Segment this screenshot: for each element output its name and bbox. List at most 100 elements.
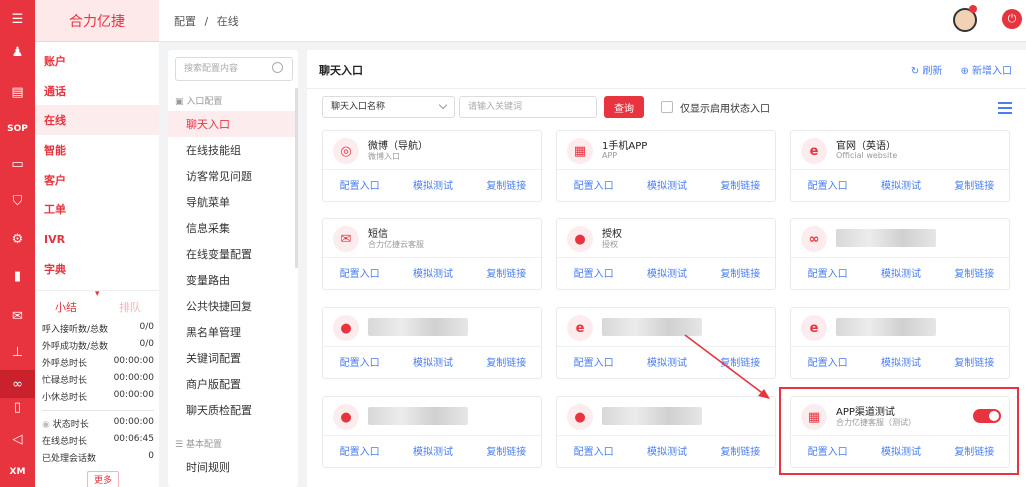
config-entry-link[interactable]: 配置入口 (323, 436, 396, 467)
user-icon[interactable]: ♟ (0, 38, 35, 66)
add-entry-button[interactable]: ⊕ 新增入口 (960, 62, 1012, 77)
cfg-item-blacklist[interactable]: 黑名单管理 (168, 319, 296, 345)
book-icon[interactable]: ▯ (0, 393, 35, 421)
cfg-item-keywords[interactable]: 关键词配置 (168, 345, 296, 371)
xm-icon[interactable]: XM (0, 458, 35, 486)
clipboard-icon[interactable]: ▤ (0, 78, 35, 106)
simulate-test-link[interactable]: 模拟测试 (396, 258, 469, 289)
cfg-item-variable-config[interactable]: 在线变量配置 (168, 241, 296, 267)
group-basic-config[interactable]: ☰ 基本配置 (175, 437, 222, 450)
org-icon[interactable]: ⊥ (0, 338, 35, 366)
cfg-item-chat-entry[interactable]: 聊天入口 (168, 111, 296, 137)
list-view-icon[interactable] (998, 102, 1012, 117)
simulate-test-link[interactable]: 模拟测试 (396, 347, 469, 378)
redacted-name (368, 407, 468, 425)
config-entry-link[interactable]: 配置入口 (323, 258, 396, 289)
nav-item-ivr[interactable]: IVR (35, 224, 159, 254)
entry-card: e 官网（英语） Official website 配置入口 模拟测试 复制链接 (790, 130, 1010, 202)
nav-item-ticket[interactable]: 工单 (35, 194, 159, 224)
stats-row: 外呼总时长 00:00:00 (42, 356, 154, 369)
bar-chart-icon[interactable]: ▮ (0, 262, 35, 290)
copy-link-link[interactable]: 复制链接 (470, 258, 541, 289)
cfg-item-time-rules[interactable]: 时间规则 (168, 454, 296, 480)
breadcrumb-current: 在线 (216, 15, 239, 28)
nav-item-smart[interactable]: 智能 (35, 135, 159, 165)
config-entry-link[interactable]: 配置入口 (791, 347, 864, 378)
sop-icon[interactable]: SOP (0, 115, 35, 143)
power-icon[interactable]: ⏻ (1002, 9, 1022, 29)
entry-card: ✉ 短信 合力亿捷云客服 配置入口 模拟测试 复制链接 (322, 218, 542, 290)
robot-icon[interactable]: ⚙ (0, 225, 35, 253)
tab-queue[interactable]: 排队 (119, 299, 141, 315)
nav-item-call[interactable]: 通话 (35, 76, 159, 106)
simulate-test-link[interactable]: 模拟测试 (396, 170, 469, 201)
config-entry-link[interactable]: 配置入口 (791, 170, 864, 201)
cfg-item-merchant[interactable]: 商户版配置 (168, 371, 296, 397)
card-name: 短信 (368, 229, 388, 240)
config-entry-link[interactable]: 配置入口 (323, 170, 396, 201)
search-icon[interactable] (272, 62, 283, 73)
chat-icon[interactable]: ✉ (0, 302, 35, 330)
simulate-test-link[interactable]: 模拟测试 (864, 258, 937, 289)
copy-link-link[interactable]: 复制链接 (704, 258, 775, 289)
card-sub: 授权 (602, 240, 618, 249)
simulate-test-link[interactable]: 模拟测试 (630, 436, 703, 467)
copy-link-link[interactable]: 复制链接 (938, 347, 1009, 378)
refresh-button[interactable]: ↻ 刷新 (911, 62, 943, 77)
list-icon: ☰ (175, 440, 186, 450)
simulate-test-link[interactable]: 模拟测试 (396, 436, 469, 467)
monitor-icon[interactable]: ▭ (0, 150, 35, 178)
more-button[interactable]: 更多 (87, 471, 120, 487)
copy-link-link[interactable]: 复制链接 (938, 258, 1009, 289)
nav-item-online[interactable]: 在线 (35, 105, 159, 135)
keyword-input[interactable]: 请输入关键词 (459, 96, 597, 118)
cfg-item-faq[interactable]: 访客常见问题 (168, 163, 296, 189)
breadcrumb-parent[interactable]: 配置 (174, 15, 196, 28)
page-title: 聊天入口 (319, 64, 363, 77)
copy-link-link[interactable]: 复制链接 (470, 347, 541, 378)
stats-row: 呼入接听数/总数 0/0 (42, 322, 154, 335)
simulate-test-link[interactable]: 模拟测试 (630, 170, 703, 201)
config-entry-link[interactable]: 配置入口 (557, 170, 630, 201)
cfg-item-nav-menu[interactable]: 导航菜单 (168, 189, 296, 215)
simulate-test-link[interactable]: 模拟测试 (630, 347, 703, 378)
cfg-item-skill-group[interactable]: 在线技能组 (168, 137, 296, 163)
simulate-test-link[interactable]: 模拟测试 (864, 347, 937, 378)
cfg-item-quick-reply[interactable]: 公共快捷回复 (168, 293, 296, 319)
nav-item-customer[interactable]: 客户 (35, 165, 159, 195)
cfg-item-info-collect[interactable]: 信息采集 (168, 215, 296, 241)
tab-summary[interactable]: 小结 (55, 299, 77, 315)
config-entry-link[interactable]: 配置入口 (323, 347, 396, 378)
config-entry-link[interactable]: 配置入口 (791, 258, 864, 289)
menu-icon[interactable]: ☰ (0, 5, 35, 33)
shield-icon[interactable]: ⛉ (0, 187, 35, 215)
card-sub: 微博入口 (368, 152, 400, 161)
scrollbar[interactable] (295, 88, 298, 268)
copy-link-link[interactable]: 复制链接 (704, 170, 775, 201)
simulate-test-link[interactable]: 模拟测试 (864, 170, 937, 201)
group-entry-config[interactable]: ▣ 入口配置 (175, 94, 222, 107)
chevron-down-icon[interactable]: ▾ (95, 289, 100, 299)
nav-item-account[interactable]: 账户 (35, 46, 159, 76)
copy-link-link[interactable]: 复制链接 (470, 436, 541, 467)
copy-link-link[interactable]: 复制链接 (938, 170, 1009, 201)
copy-link-link[interactable]: 复制链接 (470, 170, 541, 201)
nav-item-dictionary[interactable]: 字典 (35, 254, 159, 284)
simulate-test-link[interactable]: 模拟测试 (630, 258, 703, 289)
copy-link-link[interactable]: 复制链接 (704, 347, 775, 378)
field-select[interactable]: 聊天入口名称 (322, 96, 455, 118)
copy-link-link[interactable]: 复制链接 (704, 436, 775, 467)
config-entry-link[interactable]: 配置入口 (557, 436, 630, 467)
active-only-checkbox[interactable] (661, 101, 673, 113)
config-entry-link[interactable]: 配置入口 (557, 258, 630, 289)
top-bar: 配置 / 在线 ⏻ (159, 0, 1026, 42)
stats-row: ◉ 状态时长 00:00:00 (42, 417, 154, 430)
cfg-item-variable-route[interactable]: 变量路由 (168, 267, 296, 293)
query-button[interactable]: 查询 (604, 96, 644, 118)
wechat-icon: ● (333, 315, 359, 341)
notification-dot (969, 5, 977, 13)
config-entry-link[interactable]: 配置入口 (557, 347, 630, 378)
cfg-item-quality-check[interactable]: 聊天质检配置 (168, 397, 296, 423)
megaphone-icon[interactable]: ◁ (0, 425, 35, 453)
entry-card: ◎ 微博（导航） 微博入口 配置入口 模拟测试 复制链接 (322, 130, 542, 202)
